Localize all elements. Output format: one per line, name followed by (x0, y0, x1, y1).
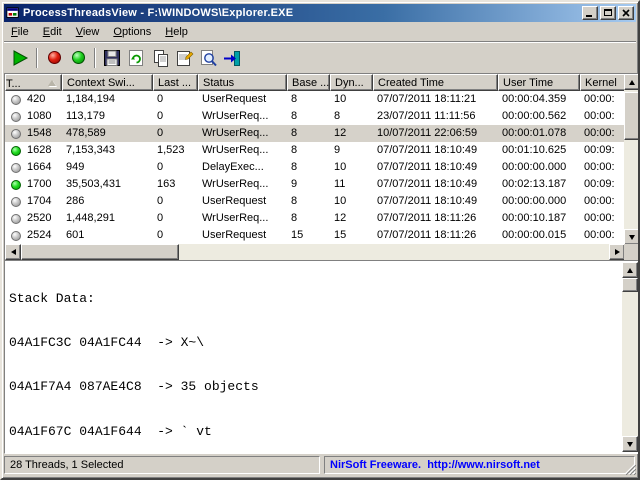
toolbar-separator (94, 48, 96, 68)
app-window: ProcessThreadsView - F:\WINDOWS\Explorer… (0, 0, 640, 480)
horizontal-scroll-thumb[interactable] (21, 244, 179, 260)
menu-options[interactable]: Options (106, 24, 158, 40)
stack-vertical-scrollbar[interactable] (622, 262, 638, 452)
table-row[interactable]: 1664 949 0 DelayExec... 8 10 07/07/2011 … (5, 159, 625, 176)
threads-list: T... Context Swi... Last ... Status Base… (4, 73, 640, 260)
minimize-icon (586, 15, 592, 17)
column-header-context-switches[interactable]: Context Swi... (62, 74, 153, 91)
title-bar[interactable]: ProcessThreadsView - F:\WINDOWS\Explorer… (4, 4, 636, 22)
list-rows: 420 1,184,194 0 UserRequest 8 10 07/07/2… (5, 91, 625, 244)
scroll-up-button[interactable] (624, 74, 640, 90)
table-row[interactable]: 1628 7,153,343 1,523 WrUserReq... 8 9 07… (5, 142, 625, 159)
copy-icon (150, 48, 170, 68)
refresh-button[interactable] (124, 46, 148, 70)
table-row[interactable]: 1700 35,503,431 163 WrUserReq... 9 11 07… (5, 176, 625, 193)
status-bar: 28 Threads, 1 Selected NirSoft Freeware.… (4, 453, 636, 476)
save-icon (102, 48, 122, 68)
app-icon (6, 6, 20, 20)
resume-thread-button[interactable] (66, 46, 90, 70)
scroll-right-button[interactable] (609, 244, 625, 260)
column-header-created-time[interactable]: Created Time (373, 74, 498, 91)
table-row[interactable]: 2524 601 0 UserRequest 15 15 07/07/2011 … (5, 227, 625, 244)
menu-edit[interactable]: Edit (36, 24, 69, 40)
toolbar-separator (36, 48, 38, 68)
column-header-last[interactable]: Last ... (153, 74, 198, 91)
thread-state-icon (11, 112, 21, 122)
arrow-up-icon (627, 268, 633, 273)
arrow-down-icon (629, 235, 635, 240)
list-vertical-scrollbar[interactable] (624, 74, 640, 245)
table-row[interactable]: 2520 1,448,291 0 WrUserReq... 8 12 07/07… (5, 210, 625, 227)
sort-arrow-icon (48, 80, 56, 86)
list-horizontal-scrollbar[interactable] (5, 244, 625, 260)
properties-icon (174, 48, 194, 68)
toolbar (4, 41, 636, 73)
stack-data-text: Stack Data: 04A1FC3C 04A1FC44 -> X~\ 04A… (9, 262, 622, 452)
table-row[interactable]: 1080 113,179 0 WrUserReq... 8 8 23/07/20… (5, 108, 625, 125)
thread-state-icon (11, 214, 21, 224)
arrow-down-icon (627, 442, 633, 447)
save-button[interactable] (100, 46, 124, 70)
find-icon (198, 48, 218, 68)
thread-state-icon (11, 180, 21, 190)
column-header-thread-id[interactable]: T... (5, 74, 62, 91)
menu-file[interactable]: File (4, 24, 36, 40)
column-header-kernel-time[interactable]: Kernel (580, 74, 630, 91)
vertical-scroll-thumb[interactable] (622, 278, 638, 292)
arrow-left-icon (11, 249, 16, 255)
suspend-thread-button[interactable] (42, 46, 66, 70)
arrow-right-icon (615, 249, 620, 255)
stack-line: 04A1F7A4 087AE4C8 -> 35 objects (9, 380, 622, 395)
stack-line: 04A1F67C 04A1F644 -> ` vt (9, 425, 622, 440)
table-row[interactable]: 420 1,184,194 0 UserRequest 8 10 07/07/2… (5, 91, 625, 108)
scroll-up-button[interactable] (622, 262, 638, 278)
minimize-button[interactable] (582, 6, 598, 20)
copy-button[interactable] (148, 46, 172, 70)
find-button[interactable] (196, 46, 220, 70)
table-row-selected[interactable]: 1548 478,589 0 WrUserReq... 8 12 10/07/2… (5, 125, 625, 142)
table-row[interactable]: 1704 286 0 UserRequest 8 10 07/07/2011 1… (5, 193, 625, 210)
green-ball-icon (72, 51, 85, 64)
scroll-left-button[interactable] (5, 244, 21, 260)
menu-view[interactable]: View (69, 24, 107, 40)
thread-state-icon (11, 95, 21, 105)
thread-state-icon (11, 163, 21, 173)
menu-help[interactable]: Help (158, 24, 195, 40)
thread-state-icon (11, 129, 21, 139)
column-header-dynamic-priority[interactable]: Dyn... (330, 74, 373, 91)
stack-line: 04A1FC3C 04A1FC44 -> X~\ (9, 336, 622, 351)
scroll-down-button[interactable] (622, 436, 638, 452)
run-button[interactable] (8, 46, 32, 70)
properties-button[interactable] (172, 46, 196, 70)
scroll-down-button[interactable] (624, 229, 640, 245)
play-icon (10, 48, 30, 68)
exit-icon (222, 48, 242, 68)
list-header: T... Context Swi... Last ... Status Base… (5, 74, 625, 91)
menu-bar: File Edit View Options Help (4, 22, 636, 41)
thread-state-icon (11, 146, 21, 156)
resize-grip[interactable] (623, 462, 636, 475)
status-nirsoft-link[interactable]: NirSoft Freeware. http://www.nirsoft.net (324, 456, 635, 474)
stack-data-panel[interactable]: Stack Data: 04A1FC3C 04A1FC44 -> X~\ 04A… (4, 260, 640, 454)
window-title: ProcessThreadsView - F:\WINDOWS\Explorer… (23, 7, 293, 19)
stack-line: Stack Data: (9, 292, 622, 307)
thread-state-icon (11, 231, 21, 241)
vertical-scroll-thumb[interactable] (624, 92, 640, 140)
scrollbar-corner (624, 244, 640, 260)
column-header-base-priority[interactable]: Base ... (287, 74, 330, 91)
maximize-button[interactable] (600, 6, 616, 20)
maximize-icon (604, 9, 612, 16)
exit-button[interactable] (220, 46, 244, 70)
arrow-up-icon (629, 80, 635, 85)
close-icon (619, 7, 633, 19)
column-header-user-time[interactable]: User Time (498, 74, 580, 91)
red-ball-icon (48, 51, 61, 64)
thread-state-icon (11, 197, 21, 207)
close-button[interactable] (618, 6, 634, 20)
refresh-icon (126, 48, 146, 68)
status-threads-count: 28 Threads, 1 Selected (4, 456, 320, 474)
column-header-status[interactable]: Status (198, 74, 287, 91)
